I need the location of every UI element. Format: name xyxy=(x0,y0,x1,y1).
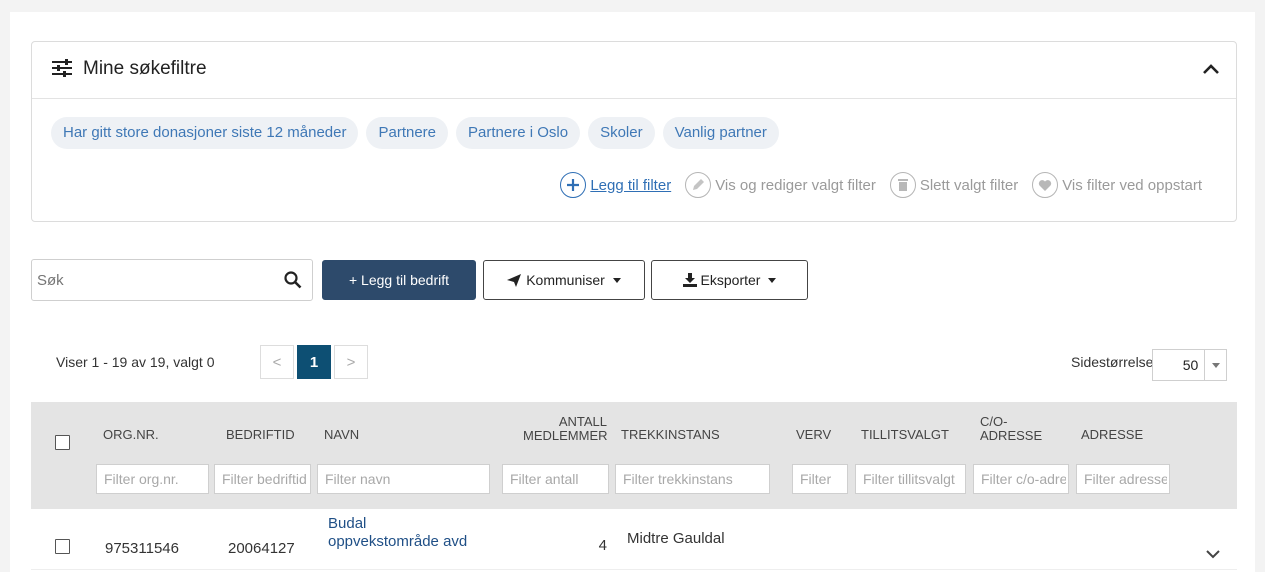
delete-filter-link[interactable]: Slett valgt filter xyxy=(889,172,1018,198)
filter-actions: Legg til filter Vis og rediger valgt fil… xyxy=(546,172,1202,198)
trash-icon xyxy=(889,172,916,198)
table-header: ORG.NR. BEDRIFTID NAVN ANTALL MEDLEMMER … xyxy=(31,402,1237,509)
saved-filters-panel: Mine søkefiltre Har gitt store donasjone… xyxy=(31,41,1237,222)
result-summary: Viser 1 - 19 av 19, valgt 0 xyxy=(56,354,215,370)
filter-verv-input[interactable] xyxy=(792,464,848,494)
plus-circle-icon xyxy=(560,172,587,198)
previous-page-button[interactable]: < xyxy=(260,345,294,379)
edit-filter-link[interactable]: Vis og rediger valgt filter xyxy=(685,172,876,198)
column-header-adresse[interactable]: ADRESSE xyxy=(1081,428,1143,442)
chevron-down-icon xyxy=(612,277,621,283)
page-button[interactable]: 1 xyxy=(297,345,331,379)
filter-chip[interactable]: Skoler xyxy=(588,117,655,149)
pagination: < 1 > xyxy=(260,345,371,379)
column-header-trekkinstans[interactable]: TREKKINSTANS xyxy=(621,428,720,442)
add-company-button[interactable]: + Legg til bedrift xyxy=(322,260,476,300)
communicate-button[interactable]: Kommuniser xyxy=(483,260,645,300)
paper-plane-icon xyxy=(507,273,522,287)
cell-trekkinstans: Midtre Gauldal xyxy=(627,530,725,547)
export-button[interactable]: Eksporter xyxy=(651,260,808,300)
heart-icon xyxy=(1032,172,1059,198)
filter-adresse-input[interactable] xyxy=(1076,464,1170,494)
filter-chip[interactable]: Har gitt store donasjoner siste 12 måned… xyxy=(51,117,359,149)
filter-chip[interactable]: Partnere xyxy=(366,117,449,149)
filter-bedriftid-input[interactable] xyxy=(214,464,311,494)
next-page-button[interactable]: > xyxy=(334,345,368,379)
download-icon xyxy=(682,273,697,287)
add-filter-link[interactable]: Legg til filter xyxy=(560,172,671,198)
select-all-checkbox[interactable] xyxy=(55,435,70,450)
page-size-value: 50 xyxy=(1182,357,1199,373)
column-header-bedriftid[interactable]: BEDRIFTID xyxy=(226,428,295,442)
column-header-verv[interactable]: VERV xyxy=(796,428,831,442)
filter-chip[interactable]: Vanlig partner xyxy=(662,117,779,149)
page-size-label: Sidestørrelse: xyxy=(1071,354,1158,370)
startup-filter-link[interactable]: Vis filter ved oppstart xyxy=(1032,172,1202,198)
column-header-co-adresse[interactable]: C/O- ADRESSE xyxy=(980,415,1042,443)
table-row[interactable]: 975311546 20064127 Budal oppvekstområde … xyxy=(31,509,1237,570)
chevron-up-icon[interactable] xyxy=(1202,62,1220,76)
filter-org-nr-input[interactable] xyxy=(96,464,209,494)
page-size-select[interactable]: 50 xyxy=(1152,349,1227,381)
chevron-down-icon xyxy=(1204,350,1226,380)
filter-chip[interactable]: Partnere i Oslo xyxy=(456,117,581,149)
cell-bedriftid: 20064127 xyxy=(228,540,295,557)
search-icon[interactable] xyxy=(284,271,302,289)
cell-navn[interactable]: Budal oppvekstområde avd xyxy=(328,515,467,551)
sliders-icon xyxy=(52,59,72,77)
row-checkbox[interactable] xyxy=(55,539,70,554)
saved-filters-title: Mine søkefiltre xyxy=(83,58,207,79)
chevron-down-icon xyxy=(768,277,777,283)
column-header-navn[interactable]: NAVN xyxy=(324,428,359,442)
cell-antall: 4 xyxy=(598,537,607,554)
pencil-icon xyxy=(685,172,712,198)
column-header-tillitsvalgt[interactable]: TILLITSVALGT xyxy=(861,428,949,442)
filter-navn-input[interactable] xyxy=(317,464,490,494)
chevron-down-icon[interactable] xyxy=(1205,549,1221,561)
filter-chip-list: Har gitt store donasjoner siste 12 måned… xyxy=(51,117,779,149)
filter-co-adresse-input[interactable] xyxy=(973,464,1069,494)
saved-filters-header[interactable]: Mine søkefiltre xyxy=(32,42,1236,99)
filter-tillitsvalgt-input[interactable] xyxy=(855,464,966,494)
filter-antall-input[interactable] xyxy=(502,464,609,494)
search-input[interactable] xyxy=(33,261,267,299)
search-box xyxy=(31,259,313,301)
column-header-antall[interactable]: ANTALL MEDLEMMER xyxy=(523,415,608,443)
column-header-org-nr[interactable]: ORG.NR. xyxy=(103,428,159,442)
cell-org-nr: 975311546 xyxy=(105,540,179,557)
filter-trekkinstans-input[interactable] xyxy=(615,464,770,494)
